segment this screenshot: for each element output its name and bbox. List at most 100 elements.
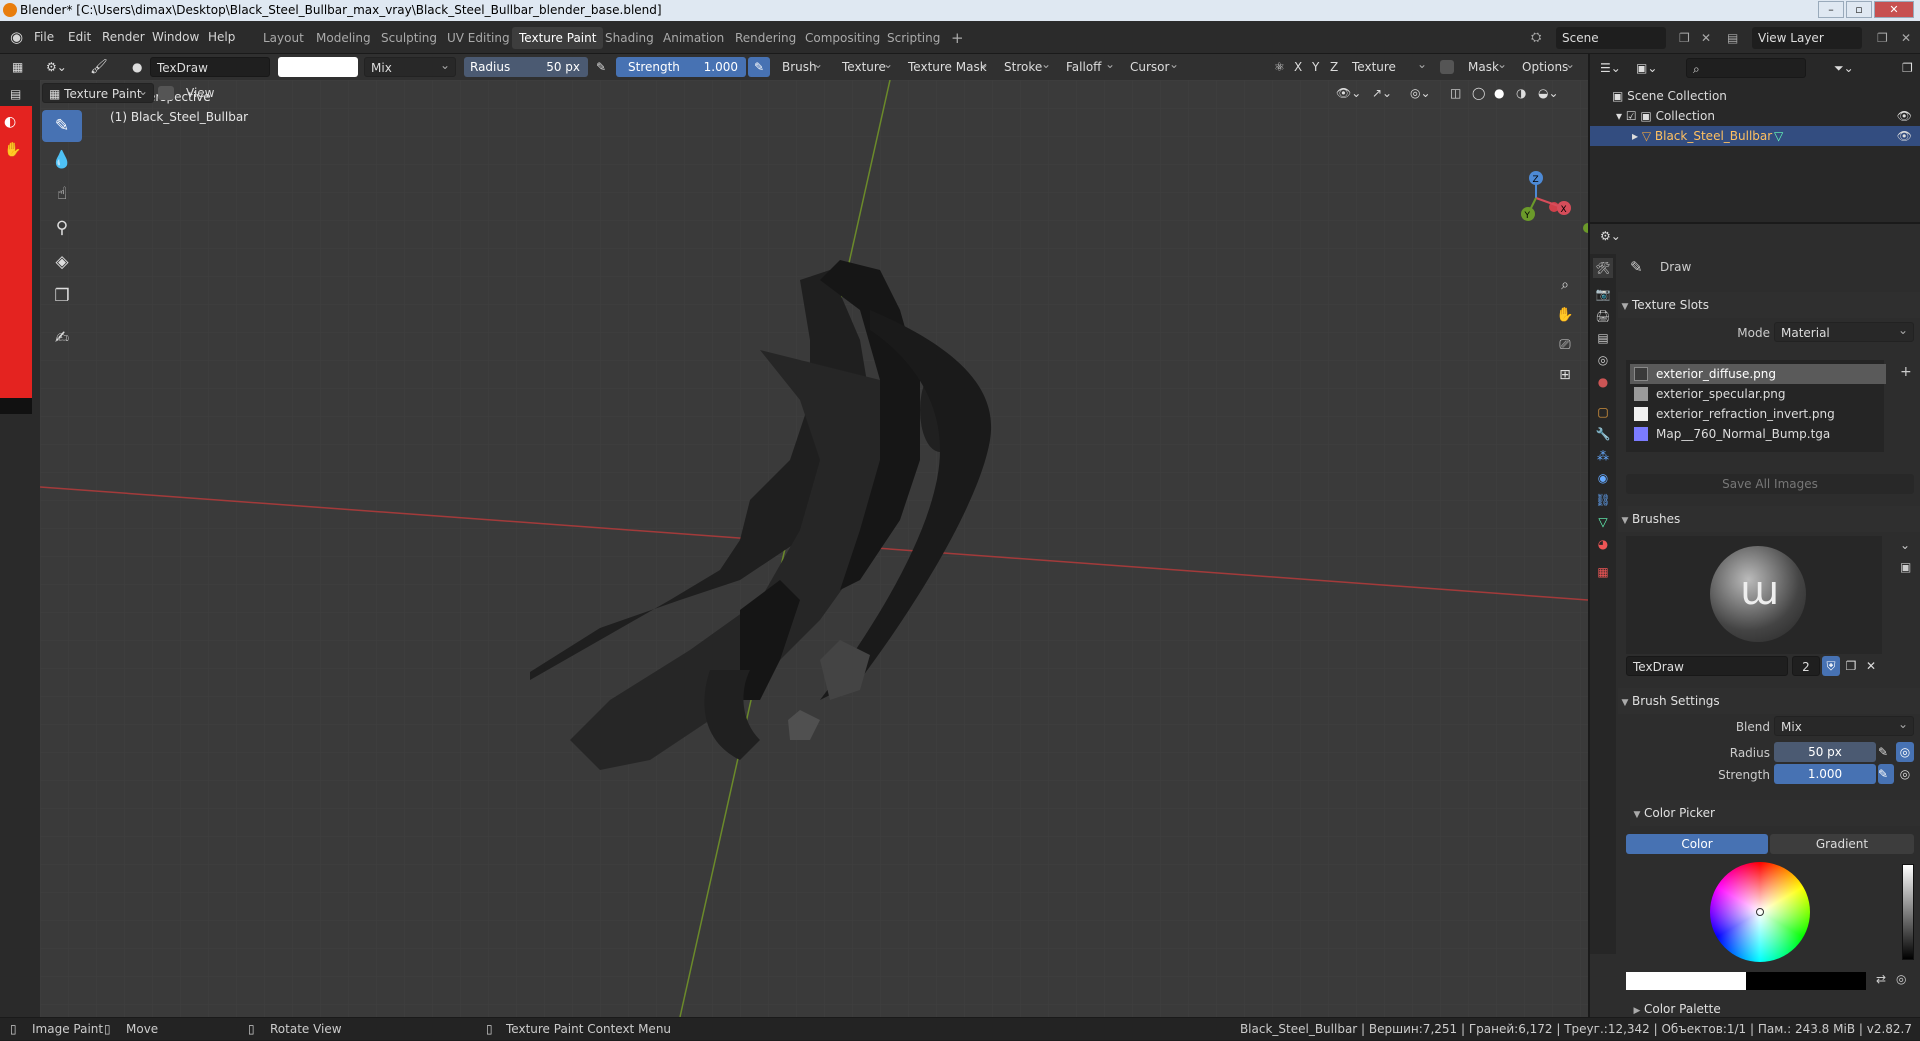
strength-unified-icon[interactable]: ◎ xyxy=(1896,764,1914,784)
world-tab-icon[interactable]: ● xyxy=(1593,372,1613,392)
draw-tool-icon[interactable]: ✎ xyxy=(42,110,82,142)
tab-uv-editing[interactable]: UV Editing xyxy=(440,27,517,49)
zoom-icon[interactable]: ⌕ xyxy=(1552,272,1578,298)
solid-shading-icon[interactable]: ● xyxy=(1488,83,1510,103)
modifier-tab-icon[interactable]: 🔧 xyxy=(1593,424,1613,444)
texture-menu[interactable]: Texture xyxy=(836,54,898,77)
menu-file[interactable]: File xyxy=(30,21,58,54)
brush-name-field[interactable]: TexDraw xyxy=(1626,656,1788,676)
brush-users-count[interactable]: 2 xyxy=(1792,656,1820,676)
scene-selector-icon[interactable]: ⛭ xyxy=(1524,27,1548,49)
mesh-data-icon[interactable]: ▽ xyxy=(1774,126,1783,146)
add-workspace-icon[interactable]: + xyxy=(944,27,971,49)
material-tab-icon[interactable]: ◕ xyxy=(1593,534,1613,554)
editor-type-icon[interactable]: ▦ xyxy=(6,57,29,77)
paint-color-swatch[interactable] xyxy=(278,57,358,77)
tab-shading[interactable]: Shading xyxy=(598,27,661,49)
object-tab-icon[interactable]: ▢ xyxy=(1593,402,1613,422)
mode-dropdown[interactable]: Material xyxy=(1774,320,1914,342)
view-mode-icon[interactable]: ▤ xyxy=(4,84,27,104)
brush-image-icon[interactable]: ▣ xyxy=(1900,560,1911,574)
texture-slot-item[interactable]: exterior_diffuse.png xyxy=(1630,364,1886,384)
strength-pressure-icon[interactable]: ✎ xyxy=(748,57,771,77)
particles-tab-icon[interactable]: ⁂ xyxy=(1593,446,1613,466)
strength-slider[interactable]: Strength 1.000 xyxy=(616,57,746,77)
brush-menu[interactable]: Brush xyxy=(776,54,828,77)
gradient-tab[interactable]: Gradient xyxy=(1770,834,1914,854)
brush-icon[interactable]: 🖌 xyxy=(84,57,114,77)
physics-tab-icon[interactable]: ◉ xyxy=(1593,468,1613,488)
texture-slot-item[interactable]: exterior_refraction_invert.png xyxy=(1630,404,1886,424)
unified-color-icon[interactable]: ◎ xyxy=(1896,972,1906,986)
eye-icon[interactable]: 👁 xyxy=(1897,126,1912,146)
rendered-shading-icon[interactable]: ◒⌄ xyxy=(1532,83,1565,103)
paint-mask-toggle[interactable] xyxy=(158,86,174,100)
radius-unified-icon[interactable]: ◎ xyxy=(1896,742,1914,762)
add-slot-icon[interactable]: + xyxy=(1900,364,1912,380)
close-window-button[interactable]: ✕ xyxy=(1874,1,1914,18)
collection-row[interactable]: ▾ ☑ ▣ Collection 👁 xyxy=(1590,106,1920,126)
new-view-layer-icon[interactable]: ❐ xyxy=(1870,27,1895,49)
constraints-tab-icon[interactable]: ⛓ xyxy=(1593,490,1613,510)
tool-tab-icon[interactable]: 🛠 xyxy=(1593,258,1613,278)
tab-animation[interactable]: Animation xyxy=(656,27,731,49)
fake-user-shield-icon[interactable]: ⛨ xyxy=(1822,656,1840,676)
value-slider[interactable] xyxy=(1902,864,1914,960)
object-row[interactable]: ▸ ▽ Black_Steel_Bullbar ▽ 👁 xyxy=(1590,126,1920,146)
tab-compositing[interactable]: Compositing xyxy=(798,27,887,49)
texture-slot-item[interactable]: Map__760_Normal_Bump.tga xyxy=(1630,424,1886,444)
menu-window[interactable]: Window xyxy=(148,21,203,54)
output-tab-icon[interactable]: 🖨 xyxy=(1593,306,1613,326)
overlay-toggle-icon[interactable]: ◎⌄ xyxy=(1404,83,1437,103)
scene-tab-icon[interactable]: ◎ xyxy=(1593,350,1613,370)
texture-slot-item[interactable]: exterior_specular.png xyxy=(1630,384,1886,404)
view-layer-icon[interactable]: ▤ xyxy=(1720,27,1745,49)
3d-viewport[interactable]: User Perspective (1) Black_Steel_Bullbar… xyxy=(40,80,1588,1017)
minimize-button[interactable]: – xyxy=(1818,1,1844,18)
filter-icon[interactable]: ⏷⌄ xyxy=(1828,58,1860,78)
annotate-tool-icon[interactable]: ✍ xyxy=(42,322,82,354)
menu-help[interactable]: Help xyxy=(204,21,239,54)
primary-color-swatch[interactable] xyxy=(1626,972,1746,990)
save-all-images-button[interactable]: Save All Images xyxy=(1626,474,1914,494)
brushes-header[interactable]: ▼ Brushes xyxy=(1618,506,1920,532)
mask-checkbox[interactable] xyxy=(1440,60,1454,74)
maximize-button[interactable]: ▫ xyxy=(1846,1,1872,18)
fill-tool-icon[interactable]: ◈ xyxy=(42,246,82,278)
xray-icon[interactable]: ◫ xyxy=(1444,83,1467,103)
tab-rendering[interactable]: Rendering xyxy=(728,27,803,49)
unlink-brush-icon[interactable]: ✕ xyxy=(1862,656,1880,676)
new-collection-icon[interactable]: ❐ xyxy=(1896,58,1919,78)
clone-tool-icon[interactable]: ⚲ xyxy=(42,212,82,244)
eye-icon[interactable]: 👁 xyxy=(1897,106,1912,126)
strength-pressure-icon[interactable]: ✎ xyxy=(1878,764,1894,784)
menu-edit[interactable]: Edit xyxy=(64,21,95,54)
color-tab[interactable]: Color xyxy=(1626,834,1768,854)
data-tab-icon[interactable]: ▽ xyxy=(1593,512,1613,532)
mode-dropdown[interactable]: ▦ Texture Paint xyxy=(42,81,154,103)
delete-scene-icon[interactable]: ✕ xyxy=(1694,27,1718,49)
pan-icon[interactable]: ✋ xyxy=(1552,302,1578,328)
blend-mode-dropdown[interactable]: Mix xyxy=(364,55,456,77)
tab-texture-paint[interactable]: Texture Paint xyxy=(512,27,604,49)
texture-tab-icon[interactable]: ▦ xyxy=(1593,562,1613,582)
radius-pressure-icon[interactable]: ✎ xyxy=(590,57,612,77)
duplicate-brush-icon[interactable]: ❐ xyxy=(1842,656,1860,676)
tab-modeling[interactable]: Modeling xyxy=(309,27,378,49)
brush-name-field[interactable]: TexDraw xyxy=(150,57,270,77)
scene-collection-row[interactable]: ▣ Scene Collection xyxy=(1590,86,1920,106)
visibility-icon[interactable]: 👁⌄ xyxy=(1330,83,1367,103)
radius-slider[interactable]: Radius 50 px xyxy=(464,57,588,77)
falloff-menu[interactable]: Falloff xyxy=(1060,54,1120,77)
options-menu[interactable]: Options xyxy=(1516,54,1580,77)
secondary-color-swatch[interactable] xyxy=(1746,972,1866,990)
fake-user-icon[interactable]: ● xyxy=(126,57,148,77)
material-shading-icon[interactable]: ◑ xyxy=(1510,83,1532,103)
scene-name-field[interactable]: Scene xyxy=(1556,27,1666,49)
tab-layout[interactable]: Layout xyxy=(256,27,311,49)
soften-tool-icon[interactable]: 💧 xyxy=(42,144,82,176)
color-cursor-icon[interactable] xyxy=(1756,908,1764,916)
paint-mode-icon[interactable]: ◐ xyxy=(4,114,16,130)
navigation-gizmo[interactable]: Z X Y xyxy=(1506,168,1586,248)
delete-view-layer-icon[interactable]: ✕ xyxy=(1894,27,1918,49)
